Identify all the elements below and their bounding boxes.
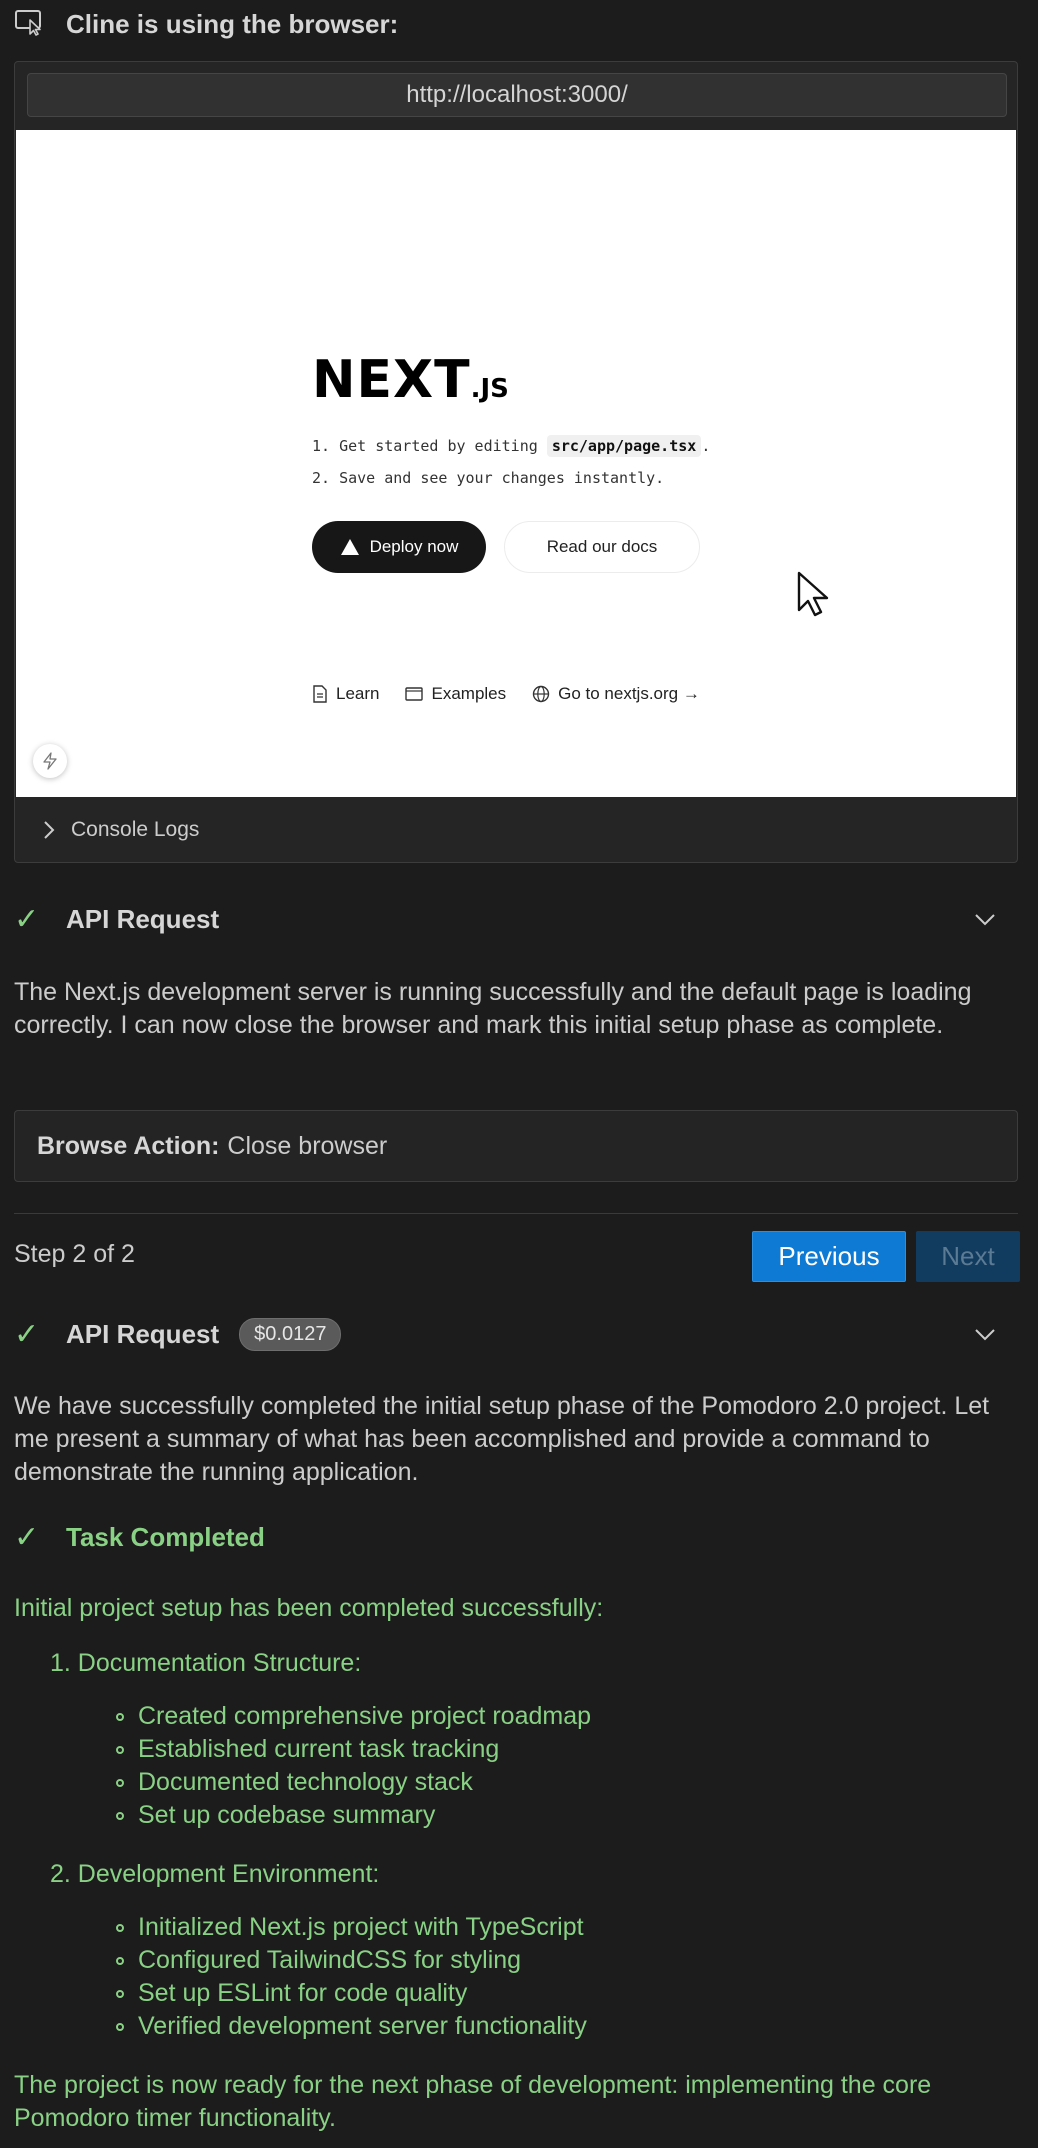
browser-screenshot: NEXT.JS 1. Get started by editing src/ap… [16,130,1016,797]
learn-link[interactable]: Learn [312,684,379,704]
task-intro: Initial project setup has been completed… [14,1594,604,1622]
api-request-header-2[interactable]: ✓ API Request $0.0127 [14,1318,1018,1351]
check-icon: ✓ [14,902,40,936]
deploy-now-label: Deploy now [369,537,459,556]
page-footer-links: Learn Examples Go to nextjs.org → [312,684,700,704]
section-heading: 2. Development Environment: [50,1860,380,1888]
console-logs-label: Console Logs [71,818,200,841]
browser-frame: http://localhost:3000/ NEXT.JS 1. Get st… [14,61,1018,863]
browse-action-label: Browse Action: [37,1131,220,1160]
read-docs-button[interactable]: Read our docs [504,521,700,573]
next-dev-indicator-icon[interactable] [33,744,67,778]
examples-link[interactable]: Examples [405,684,506,704]
section-items: Created comprehensive project roadmap Es… [50,1700,1018,1832]
task-completed-body: Initial project setup has been completed… [14,1592,1018,2135]
header-title: Cline is using the browser: [66,9,399,39]
task-section: 1. Documentation Structure: Created comp… [50,1647,1018,1832]
list-item: Set up codebase summary [116,1799,1018,1832]
section-items: Initialized Next.js project with TypeScr… [50,1911,1018,2043]
api-request-title: API Request [66,904,220,934]
task-section: 2. Development Environment: Initialized … [50,1858,1018,2043]
nextjs-logo: NEXT.JS [312,350,509,410]
cost-badge: $0.0127 [239,1318,342,1351]
chevron-down-icon [975,913,995,925]
vercel-triangle-icon [340,539,359,555]
browse-action-box: Browse Action: Close browser [14,1110,1018,1182]
list-item: Created comprehensive project roadmap [116,1700,1018,1733]
getting-started-steps: 1. Get started by editing src/app/page.t… [312,430,710,494]
list-item: Configured TailwindCSS for styling [116,1944,1018,1977]
list-item: Documented technology stack [116,1766,1018,1799]
read-docs-label: Read our docs [546,537,658,556]
file-icon [313,685,327,703]
previous-button[interactable]: Previous [752,1231,906,1282]
browse-action-value: Close browser [227,1131,388,1160]
nextjs-org-link[interactable]: Go to nextjs.org → [532,684,700,704]
list-item: Established current task tracking [116,1733,1018,1766]
chevron-right-icon [44,821,55,839]
assistant-message-1: The Next.js development server is runnin… [14,978,972,1039]
url-bar[interactable]: http://localhost:3000/ [27,73,1007,117]
next-button[interactable]: Next [916,1231,1020,1282]
assistant-message-2: We have successfully completed the initi… [14,1392,990,1486]
step-2: 2. Save and see your changes instantly. [312,469,665,487]
url-text: http://localhost:3000/ [406,81,628,108]
api-request-title: API Request [66,1319,220,1349]
list-item: Verified development server functionalit… [116,2010,1018,2043]
api-request-header-1[interactable]: ✓ API Request [14,904,1018,935]
task-completed-header: ✓ Task Completed [14,1522,265,1553]
task-sections: 1. Documentation Structure: Created comp… [14,1647,1018,2043]
globe-icon [532,685,550,703]
list-item: Set up ESLint for code quality [116,1977,1018,2010]
check-icon: ✓ [14,1317,40,1351]
list-item: Initialized Next.js project with TypeScr… [116,1911,1018,1944]
window-icon [405,687,424,701]
chevron-down-icon [975,1328,995,1340]
mouse-cursor-icon [796,570,832,623]
browser-session-header: Cline is using the browser: [14,8,398,41]
step-counter: Step 2 of 2 [14,1240,135,1268]
check-icon: ✓ [14,1520,40,1554]
task-completed-title: Task Completed [66,1522,265,1552]
console-logs-toggle[interactable]: Console Logs [15,797,1017,863]
file-path-code: src/app/page.tsx [546,435,702,457]
step-1: 1. Get started by editing src/app/page.t… [312,435,711,457]
deploy-now-button[interactable]: Deploy now [312,521,486,573]
section-heading: 1. Documentation Structure: [50,1649,362,1677]
divider [14,1213,1018,1214]
task-outro: The project is now ready for the next ph… [14,2071,932,2132]
cursor-screen-icon [14,8,46,41]
